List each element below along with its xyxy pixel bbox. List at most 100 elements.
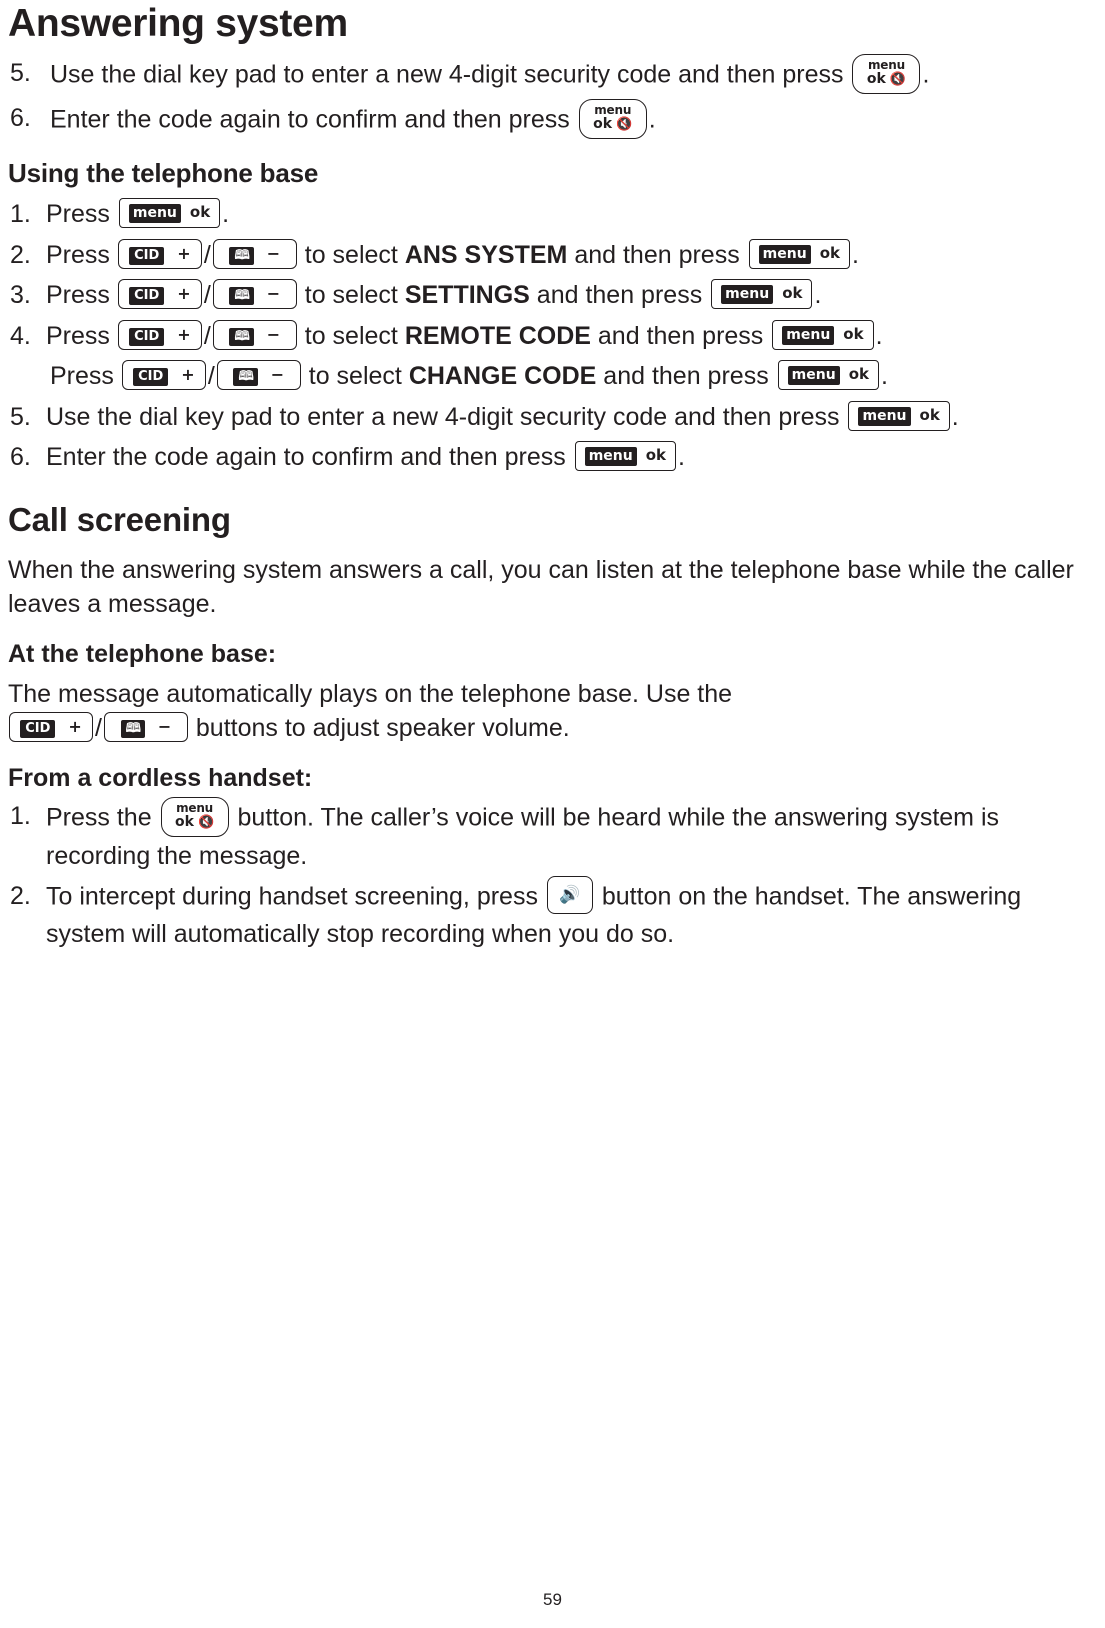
list-item: 5. Use the dial key pad to enter a new 4…: [8, 54, 1097, 99]
step-text-segment: .: [922, 60, 930, 89]
mic-mute-icon: 🔇: [197, 814, 215, 830]
cid-volume-up-key[interactable]: CID +: [117, 279, 202, 310]
phonebook-volume-down-key[interactable]: 🕮 −: [216, 360, 301, 391]
key-label-menu: menu: [128, 204, 181, 224]
key-separator: /: [95, 713, 102, 742]
list-item-continuation: Press CID + / 🕮 − to select CHANGE CODE and …: [8, 357, 1097, 398]
key-label-plus: +: [177, 243, 191, 263]
key-label-menu: menu: [584, 447, 637, 467]
phonebook-volume-down-key[interactable]: 🕮 −: [212, 238, 297, 269]
step-text: To intercept during handset screening, p…: [46, 876, 1097, 953]
step-number: 2.: [10, 240, 31, 269]
menu-item-name: ANS SYSTEM: [404, 240, 568, 269]
phonebook-volume-down-key[interactable]: 🕮 −: [212, 279, 297, 310]
phonebook-icon: 🕮: [233, 368, 258, 387]
base-menu-ok-key[interactable]: menu ok: [711, 279, 813, 310]
list-item: 4. Press CID + / 🕮 − to select REMOTE CODE a…: [8, 317, 1097, 358]
cid-volume-up-key[interactable]: CID +: [117, 319, 202, 350]
section-heading-using-base: Using the telephone base: [8, 158, 319, 188]
key-label-ok: ok: [843, 324, 864, 343]
list-item: 1. Press menu ok.: [8, 195, 1097, 236]
at-base-text: The message automatically plays on the t…: [8, 673, 1097, 751]
key-label-plus: +: [177, 324, 191, 344]
step-text-segment: and then press: [597, 321, 764, 350]
handset-menu-ok-key[interactable]: menu ok 🔇: [852, 54, 921, 94]
step-text: Enter the code again to confirm and then…: [50, 99, 1097, 141]
base-menu-ok-key[interactable]: menu ok: [848, 400, 950, 431]
step-number: 4.: [10, 321, 31, 350]
step-number: 6.: [10, 443, 31, 471]
list-indent-spacer: [8, 359, 50, 395]
key-label-menu: menu: [782, 325, 835, 345]
cid-volume-up-key[interactable]: CID +: [9, 711, 93, 742]
key-label-ok: ok: [848, 365, 869, 384]
step-number: 1.: [10, 801, 31, 830]
base-menu-ok-key[interactable]: menu ok: [748, 238, 850, 269]
key-label-menu: menu: [721, 285, 774, 305]
page-number: 59: [543, 1590, 562, 1609]
step-text: Press CID + / 🕮 − to select CHANGE CODE and …: [50, 360, 888, 391]
key-label-ok: ok 🔇: [588, 117, 638, 131]
key-label-ok: ok: [645, 446, 667, 465]
key-label-minus: −: [157, 716, 172, 736]
key-label-ok-text: ok: [593, 116, 613, 132]
key-label-menu: menu: [787, 366, 840, 386]
step-text: Use the dial key pad to enter a new 4-di…: [50, 54, 1097, 96]
key-label-minus: −: [266, 243, 281, 263]
step-text-segment: Press: [46, 321, 110, 350]
step-text-segment: To intercept during handset screening, p…: [46, 882, 538, 911]
key-label-menu: menu: [858, 406, 911, 426]
mic-mute-icon: 🔇: [889, 72, 907, 87]
handset-menu-ok-key[interactable]: menu ok 🔇: [160, 796, 229, 837]
speaker-icon: 🔊: [559, 885, 581, 905]
from-handset-heading: From a cordless handset:: [8, 763, 313, 792]
step-number: 6.: [10, 104, 31, 132]
list-item: 5. Use the dial key pad to enter a new 4…: [8, 398, 1097, 439]
step-text-segment: Enter the code again to confirm and then…: [46, 443, 566, 471]
menu-item-name: SETTINGS: [404, 281, 530, 309]
list-item: 2. Press CID + / 🕮 − to select ANS SYSTEM an…: [8, 236, 1097, 277]
step-text-segment: and then press: [536, 281, 703, 309]
speaker-key[interactable]: 🔊: [546, 876, 593, 914]
step-text-segment: Press: [46, 200, 110, 228]
key-label-plus: +: [68, 716, 82, 736]
key-label-plus: +: [181, 365, 195, 385]
cid-volume-up-key[interactable]: CID +: [121, 360, 206, 391]
phonebook-icon: 🕮: [229, 287, 254, 306]
step-text-segment: Press: [46, 240, 110, 269]
key-label-cid: CID: [129, 327, 165, 346]
step-number: 3.: [10, 281, 31, 309]
key-label-ok: ok: [782, 284, 803, 303]
step-number: 5.: [10, 59, 31, 87]
key-label-menu: menu: [758, 244, 811, 264]
base-menu-ok-key[interactable]: menu ok: [772, 319, 874, 350]
at-base-heading: At the telephone base:: [8, 639, 277, 668]
handset-menu-ok-key[interactable]: menu ok 🔇: [578, 99, 647, 139]
menu-item-name: REMOTE CODE: [404, 321, 591, 350]
phonebook-volume-down-key[interactable]: 🕮 −: [212, 319, 297, 350]
key-label-cid: CID: [133, 368, 169, 387]
step-text: Enter the code again to confirm and then…: [46, 440, 1097, 476]
key-label-cid: CID: [129, 287, 165, 306]
list-item: 6. Enter the code again to confirm and t…: [8, 99, 1097, 144]
cid-volume-up-key[interactable]: CID +: [117, 238, 202, 269]
base-menu-ok-key[interactable]: menu ok: [118, 198, 221, 229]
key-label-menu: menu: [594, 103, 632, 117]
paragraph-segment: The message automatically plays on the t…: [8, 679, 733, 708]
base-menu-ok-key[interactable]: menu ok: [574, 441, 677, 472]
step-text-segment: to select: [308, 362, 402, 390]
base-menu-ok-key[interactable]: menu ok: [777, 360, 879, 391]
step-text: Press CID + / 🕮 − to select REMOTE CODE and …: [46, 319, 883, 350]
step-text: Use the dial key pad to enter a new 4-di…: [46, 400, 1097, 436]
key-label-ok: ok: [819, 243, 840, 262]
key-label-cid: CID: [20, 719, 56, 738]
step-text-segment: Press the: [46, 803, 152, 832]
key-separator: /: [203, 321, 211, 350]
phonebook-icon: 🕮: [229, 327, 254, 346]
key-label-ok: ok 🔇: [861, 72, 911, 86]
step-text-segment: to select: [304, 281, 398, 309]
step-text-segment: and then press: [574, 240, 740, 269]
call-screening-intro: When the answering system answers a call…: [8, 555, 1074, 618]
phonebook-volume-down-key[interactable]: 🕮 −: [103, 711, 188, 742]
mic-mute-icon: 🔇: [616, 117, 633, 132]
